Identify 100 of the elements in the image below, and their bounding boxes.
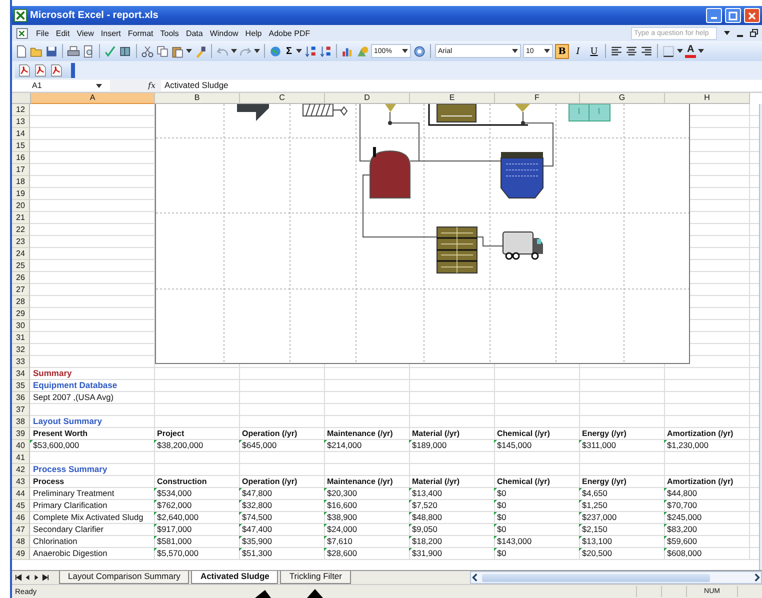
row-number[interactable]: 20	[12, 200, 30, 212]
column-header[interactable]: D	[325, 93, 410, 104]
row-number[interactable]: 45	[12, 500, 30, 512]
row-number[interactable]: 37	[12, 404, 30, 416]
vertical-scrollbar[interactable]	[759, 104, 762, 570]
row-number[interactable]: 46	[12, 512, 30, 524]
sheet-tab[interactable]: Activated Sludge	[191, 571, 278, 584]
menu-item[interactable]: View	[76, 28, 94, 38]
menu-item[interactable]: Edit	[56, 28, 70, 38]
row-number[interactable]: 27	[12, 284, 30, 296]
scrollbar-thumb[interactable]	[482, 574, 710, 582]
copy-icon[interactable]	[156, 44, 169, 58]
document-icon[interactable]	[16, 26, 29, 40]
row-number[interactable]: 49	[12, 548, 30, 560]
align-center-icon[interactable]	[625, 44, 638, 58]
row-number[interactable]: 42	[12, 464, 30, 476]
row-number[interactable]: 32	[12, 344, 30, 356]
row-number[interactable]: 21	[12, 212, 30, 224]
caret-icon[interactable]	[231, 49, 237, 53]
paintbrush-icon[interactable]	[194, 44, 207, 58]
column-header[interactable]: F	[495, 93, 580, 104]
caret-icon[interactable]	[512, 49, 518, 53]
row-number[interactable]: 16	[12, 152, 30, 164]
caret-icon[interactable]	[724, 31, 730, 35]
row-number[interactable]: 30	[12, 320, 30, 332]
caret-icon[interactable]	[296, 49, 302, 53]
column-header[interactable]: G	[580, 93, 665, 104]
menu-item[interactable]: Format	[128, 28, 154, 38]
column-header[interactable]: H	[665, 93, 750, 104]
print-preview-icon[interactable]	[82, 44, 95, 58]
function-label[interactable]: fx	[148, 81, 156, 90]
next-sheet-icon[interactable]	[33, 574, 40, 581]
row-number[interactable]: 40	[12, 440, 30, 452]
sort-descending-icon[interactable]	[319, 44, 332, 58]
pdf-icon[interactable]	[18, 64, 31, 76]
caret-icon[interactable]	[96, 84, 102, 88]
autosum-button[interactable]: Σ	[284, 44, 294, 58]
restore-icon[interactable]	[750, 29, 758, 37]
text-style-button[interactable]: U	[587, 44, 602, 58]
caret-icon[interactable]	[254, 49, 260, 53]
align-left-icon[interactable]	[610, 44, 624, 58]
row-number[interactable]: 48	[12, 536, 30, 548]
row-number[interactable]: 26	[12, 272, 30, 284]
last-sheet-icon[interactable]	[42, 574, 49, 581]
row-number[interactable]: 31	[12, 332, 30, 344]
row-number[interactable]: 15	[12, 140, 30, 152]
menu-item[interactable]: Window	[210, 28, 238, 38]
row-number[interactable]: 44	[12, 488, 30, 500]
maximize-button[interactable]	[725, 8, 741, 23]
column-header[interactable]: B	[155, 93, 240, 104]
row-number[interactable]: 18	[12, 176, 30, 188]
row-number[interactable]: 38	[12, 416, 30, 428]
caret-icon[interactable]	[698, 49, 704, 53]
text-style-button[interactable]: I	[571, 44, 586, 58]
row-number[interactable]: 28	[12, 296, 30, 308]
scroll-right-icon[interactable]	[752, 573, 761, 582]
row-number[interactable]: 14	[12, 128, 30, 140]
caret-icon[interactable]	[544, 49, 550, 53]
row-number[interactable]: 23	[12, 236, 30, 248]
previous-sheet-icon[interactable]	[24, 574, 31, 581]
text-style-button[interactable]: B	[555, 44, 570, 58]
caret-icon[interactable]	[677, 49, 684, 53]
menu-item[interactable]: Adobe PDF	[268, 28, 310, 38]
column-header[interactable]: A	[31, 93, 155, 104]
column-header[interactable]: C	[240, 93, 325, 104]
row-number[interactable]: 39	[12, 428, 30, 440]
new-document-icon[interactable]	[15, 44, 28, 58]
row-number[interactable]: 41	[12, 452, 30, 464]
column-header[interactable]: E	[410, 93, 495, 104]
sheet-tab[interactable]: Trickling Filter	[280, 571, 351, 584]
pdf-icon[interactable]	[50, 64, 63, 76]
sheet-tab[interactable]: Layout Comparison Summary	[59, 571, 190, 584]
caret-icon[interactable]	[186, 49, 192, 53]
save-icon[interactable]	[45, 44, 58, 58]
help-icon[interactable]	[413, 44, 426, 58]
sort-ascending-icon[interactable]	[304, 44, 318, 58]
row-number[interactable]: 34	[12, 368, 30, 380]
menu-item[interactable]: Insert	[100, 28, 121, 38]
scroll-left-icon[interactable]	[471, 573, 480, 582]
formula-field[interactable]: Activated Sludge	[161, 80, 762, 91]
row-number[interactable]: 22	[12, 224, 30, 236]
menu-item[interactable]: Help	[245, 28, 262, 38]
paste-icon[interactable]	[171, 44, 184, 58]
row-number[interactable]: 25	[12, 260, 30, 272]
minimize-button[interactable]	[706, 8, 722, 23]
menu-item[interactable]: Data	[186, 28, 203, 38]
first-sheet-icon[interactable]	[15, 574, 22, 581]
cut-icon[interactable]	[141, 44, 154, 58]
row-number[interactable]: 36	[12, 392, 30, 404]
globe-icon[interactable]	[269, 44, 282, 58]
name-box[interactable]: A1	[12, 80, 110, 91]
borders-icon[interactable]	[662, 44, 676, 58]
font-color-button[interactable]: A	[685, 44, 696, 58]
row-number[interactable]: 35	[12, 380, 30, 392]
align-right-icon[interactable]	[640, 44, 654, 58]
close-button[interactable]	[744, 8, 760, 23]
row-number[interactable]: 43	[12, 476, 30, 488]
row-number[interactable]: 33	[12, 356, 30, 368]
row-number[interactable]: 47	[12, 524, 30, 536]
row-number[interactable]: 19	[12, 188, 30, 200]
